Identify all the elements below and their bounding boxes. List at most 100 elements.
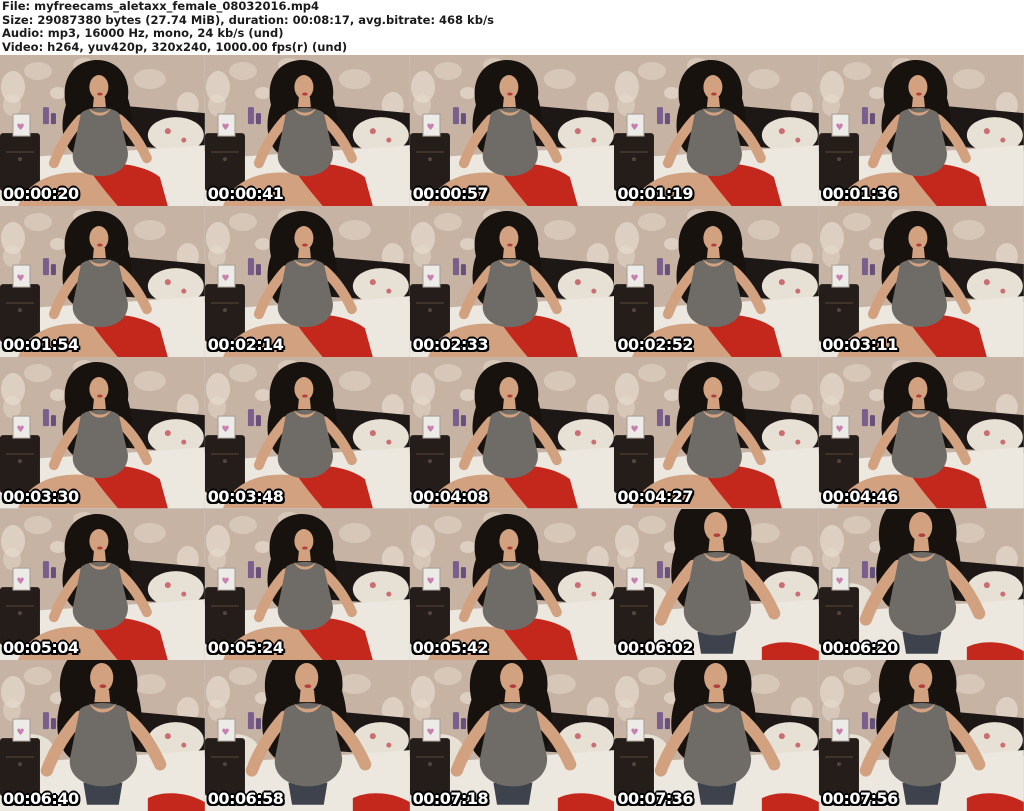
gray-tank-top	[684, 551, 752, 635]
frame-timestamp: 00:00:41	[207, 184, 284, 204]
video-thumbnail-frame: ♥ 00:07:36	[614, 659, 820, 811]
video-value: h264, yuv420p, 320x240, 1000.00 fps(r) (…	[47, 40, 348, 55]
video-thumbnail-frame: ♥ 00:07:18	[409, 659, 615, 811]
white-flower-decor	[0, 524, 25, 557]
purple-candle	[452, 409, 459, 427]
video-thumbnail-frame: ♥ 00:02:14	[204, 206, 410, 358]
gray-tank-top	[72, 107, 128, 177]
purple-candle	[42, 560, 49, 578]
purple-candle	[42, 107, 49, 125]
video-thumbnail-frame: ♥ 00:01:54	[0, 206, 205, 358]
file-line: File: myfreecams_aletaxx_female_08032016.…	[2, 0, 1024, 14]
purple-candle	[452, 107, 459, 125]
heart-icon: ♥	[221, 577, 229, 587]
gray-tank-top	[891, 259, 948, 328]
heart-icon: ♥	[16, 274, 24, 284]
white-flower-decor	[820, 222, 845, 255]
video-thumbnail-frame: ♥ 00:06:02	[614, 508, 820, 660]
white-flower-decor	[0, 222, 25, 255]
heart-icon: ♥	[836, 274, 844, 284]
frame-timestamp: 00:06:40	[3, 788, 79, 808]
audio-label: Audio:	[2, 26, 44, 41]
video-thumbnail-frame: ♥ 00:06:20	[819, 508, 1024, 660]
video-thumbnail-frame: ♥ 00:04:27	[614, 357, 820, 509]
purple-candle-small	[665, 113, 671, 125]
video-thumbnail-frame: ♥ 00:00:57	[409, 55, 615, 207]
white-flower-decor	[615, 675, 640, 708]
white-flower-decor	[615, 524, 640, 557]
video-thumbnail-frame: ♥ 00:05:42	[409, 508, 615, 660]
white-flower-decor	[615, 373, 640, 406]
purple-candle	[862, 711, 869, 729]
frame-timestamp: 00:05:04	[3, 637, 79, 657]
frame-timestamp: 00:01:54	[3, 335, 79, 355]
heart-icon: ♥	[221, 728, 229, 738]
purple-candle	[452, 711, 459, 729]
heart-icon: ♥	[631, 728, 639, 738]
heart-icon: ♥	[631, 577, 639, 587]
video-thumbnail-frame: ♥ 00:03:48	[204, 357, 410, 509]
heart-icon: ♥	[16, 728, 24, 738]
purple-candle-small	[50, 113, 56, 125]
purple-candle	[247, 258, 254, 276]
heart-icon: ♥	[836, 577, 844, 587]
gray-tank-top	[479, 702, 547, 787]
purple-candle	[247, 560, 254, 578]
heart-icon: ♥	[836, 728, 844, 738]
purple-candle-small	[255, 415, 261, 427]
video-line: Video: h264, yuv420p, 320x240, 1000.00 fp…	[2, 40, 1024, 55]
purple-candle	[657, 107, 664, 125]
purple-candle-small	[50, 264, 56, 276]
heart-icon: ♥	[836, 123, 844, 133]
video-thumbnail-frame: ♥ 00:02:52	[614, 206, 820, 358]
purple-candle-small	[665, 264, 671, 276]
frame-timestamp: 00:05:24	[207, 637, 284, 657]
frame-timestamp: 00:01:36	[822, 184, 898, 204]
purple-candle-small	[460, 113, 466, 125]
white-flower-decor	[205, 675, 230, 708]
video-thumbnail-frame: ♥ 00:00:20	[0, 55, 205, 207]
gray-tank-top	[687, 107, 743, 177]
gray-tank-top	[684, 702, 752, 787]
gray-tank-top	[72, 259, 128, 328]
gray-tank-top	[72, 410, 128, 479]
frame-timestamp: 00:03:30	[3, 486, 79, 506]
video-thumbnail-frame: ♥ 00:06:58	[204, 659, 410, 811]
gray-tank-top	[891, 107, 948, 177]
purple-candle-small	[255, 566, 261, 578]
white-flower-decor	[205, 373, 230, 406]
gray-tank-top	[277, 259, 333, 328]
heart-icon: ♥	[426, 728, 434, 738]
purple-candle	[42, 409, 49, 427]
purple-candle-small	[255, 113, 261, 125]
frame-timestamp: 00:01:19	[617, 184, 693, 204]
white-flower-decor	[615, 222, 640, 255]
file-label: File:	[2, 0, 31, 13]
frame-timestamp: 00:07:36	[617, 788, 693, 808]
frame-timestamp: 00:02:33	[412, 335, 489, 355]
purple-candle	[657, 560, 664, 578]
size-label: Size:	[2, 12, 34, 27]
frame-timestamp: 00:06:58	[207, 788, 284, 808]
file-value: myfreecams_aletaxx_female_08032016.mp4	[34, 0, 320, 13]
frame-timestamp: 00:04:46	[822, 486, 898, 506]
gray-tank-top	[482, 410, 538, 479]
purple-candle	[247, 409, 254, 427]
heart-icon: ♥	[631, 123, 639, 133]
frame-timestamp: 00:02:52	[617, 335, 693, 355]
video-thumbnail-frame: ♥ 00:01:19	[614, 55, 820, 207]
frame-timestamp: 00:05:42	[412, 637, 489, 657]
purple-candle	[247, 107, 254, 125]
gray-tank-top	[482, 259, 538, 328]
frame-timestamp: 00:04:08	[412, 486, 489, 506]
gray-tank-top	[482, 107, 538, 177]
purple-candle-small	[460, 264, 466, 276]
heart-icon: ♥	[16, 123, 24, 133]
gray-tank-top	[277, 107, 333, 177]
heart-icon: ♥	[221, 123, 229, 133]
video-thumbnail-frame: ♥ 00:05:04	[0, 508, 205, 660]
purple-candle	[452, 560, 459, 578]
purple-candle-small	[255, 264, 261, 276]
purple-candle	[862, 409, 869, 427]
purple-candle-small	[870, 113, 876, 125]
